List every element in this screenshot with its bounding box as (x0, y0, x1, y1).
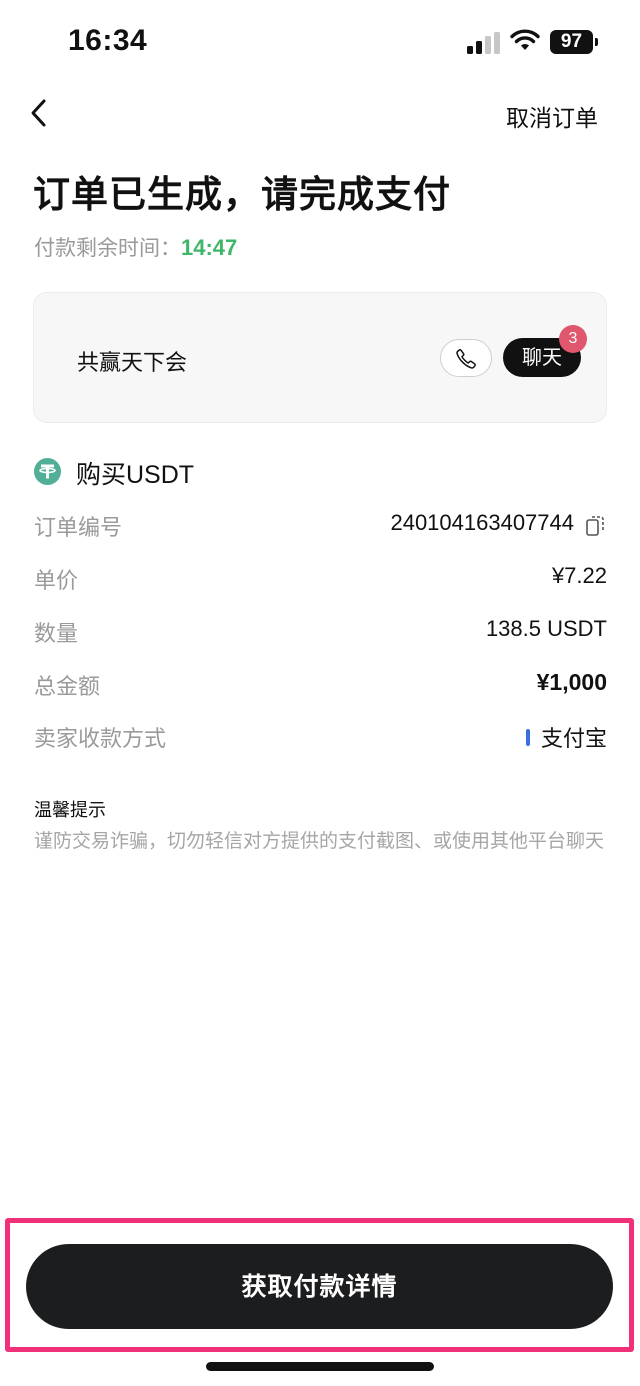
payment-method-row: 卖家收款方式 支付宝 (34, 721, 607, 755)
timer-value: 14:47 (181, 235, 238, 260)
page-title: 订单已生成，请完成支付 (33, 173, 451, 216)
wifi-icon (510, 29, 540, 50)
payment-method-marker (526, 729, 530, 746)
order-number-value: 240104163407744 (390, 510, 574, 535)
tips-title: 温馨提示 (34, 800, 106, 821)
tips-body: 谨防交易诈骗，切勿轻信对方提供的支付截图、或使用其他平台聊天 (34, 830, 605, 852)
detail-label: 卖家收款方式 (34, 727, 167, 752)
home-indicator (206, 1362, 434, 1371)
call-button[interactable] (440, 339, 492, 377)
chevron-left-icon[interactable] (26, 96, 56, 130)
signal-icon (467, 32, 500, 54)
unread-badge: 3 (559, 325, 587, 353)
battery-tip (595, 38, 598, 46)
unit-price-value: ¥7.22 (551, 563, 607, 588)
order-payment-screen: 16:34 97 取消订单 订单已生成，请完成支付 付款剩余时间：14:47 共… (0, 0, 640, 1386)
phone-icon (456, 349, 476, 369)
detail-label: 总金额 (34, 675, 101, 700)
merchant-card: 共赢天下会 聊天 3 (33, 292, 607, 423)
unit-price-row: 单价 ¥7.22 (34, 563, 607, 597)
timer-label: 付款剩余时间： (34, 236, 181, 260)
quantity-row: 数量 138.5 USDT (34, 616, 607, 650)
payment-timer: 付款剩余时间：14:47 (34, 232, 237, 262)
status-bar: 16:34 97 (0, 0, 640, 86)
detail-label: 数量 (34, 622, 79, 647)
order-number-row: 订单编号 240104163407744 (34, 510, 607, 544)
cancel-order-button[interactable]: 取消订单 (506, 99, 598, 133)
detail-label: 订单编号 (34, 516, 123, 541)
detail-label: 单价 (34, 569, 79, 594)
total-amount-row: 总金额 ¥1,000 (34, 669, 607, 703)
total-amount-value: ¥1,000 (536, 669, 607, 695)
battery-icon: 97 (550, 30, 598, 54)
status-time: 16:34 (68, 24, 148, 57)
copy-icon[interactable] (585, 514, 605, 538)
tether-icon (34, 458, 61, 485)
quantity-value: 138.5 USDT (485, 616, 607, 641)
payment-method-value: 支付宝 (540, 727, 607, 752)
merchant-name: 共赢天下会 (77, 351, 188, 376)
battery-level: 97 (550, 30, 593, 54)
purchase-title: 购买USDT (76, 461, 195, 489)
get-payment-details-button[interactable]: 获取付款详情 (26, 1244, 613, 1329)
